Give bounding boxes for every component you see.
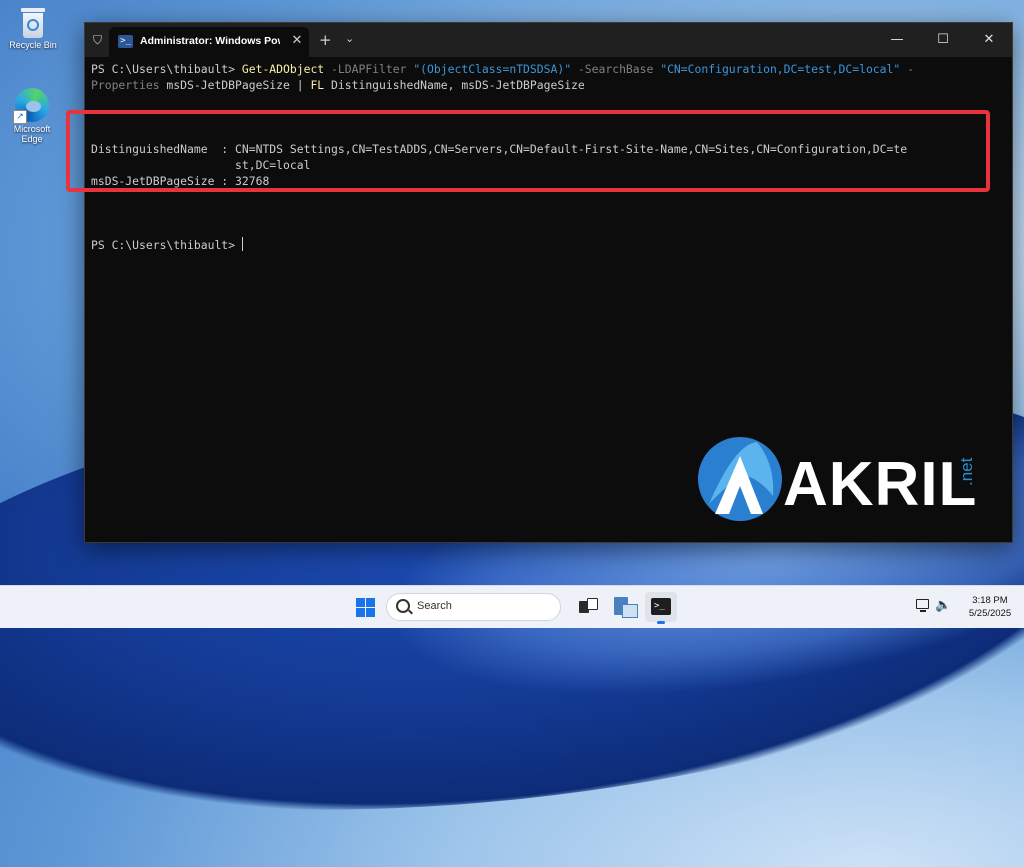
minimize-button[interactable]: —: [874, 23, 920, 57]
clock-time: 3:18 PM: [972, 595, 1008, 606]
clock-date: 5/25/2025: [968, 608, 1012, 619]
terminal-taskbar-button[interactable]: >_: [645, 592, 677, 624]
akril-logo: AKRIL .net: [695, 428, 995, 528]
shortcut-arrow-icon: ↗: [13, 110, 27, 124]
new-tab-button[interactable]: +: [319, 31, 332, 49]
task-view-button[interactable]: [578, 592, 600, 622]
tab-powershell[interactable]: >_ Administrator: Windows PowerShell ✕: [109, 27, 309, 57]
terminal-icon: >_: [651, 598, 671, 615]
akril-suffix: .net: [957, 457, 976, 486]
shield-icon: ⛉: [93, 33, 103, 47]
command-line-2: Properties msDS-JetDBPageSize | FL Disti…: [91, 78, 585, 92]
active-indicator: [657, 621, 665, 624]
akril-logo-icon: [698, 437, 782, 521]
network-icon[interactable]: [916, 599, 932, 613]
desktop-icon-label: Recycle Bin: [9, 40, 57, 50]
command-line-1: PS C:\Users\thibault> Get-ADObject -LDAP…: [91, 62, 914, 76]
close-window-button[interactable]: ✕: [966, 23, 1012, 57]
akril-wordmark: AKRIL: [783, 450, 978, 519]
desktop-icon-label: Microsoft Edge: [13, 124, 51, 144]
desktop-icon-edge[interactable]: ↗ Microsoft Edge: [0, 88, 64, 144]
prompt-line[interactable]: PS C:\Users\thibault>: [91, 237, 1003, 253]
desktop-icon-recycle-bin[interactable]: Recycle Bin: [1, 8, 65, 50]
powershell-icon: >_: [118, 35, 133, 48]
search-icon: [396, 599, 410, 613]
start-button[interactable]: [354, 592, 378, 622]
close-tab-button[interactable]: ✕: [289, 33, 305, 49]
server-manager-button[interactable]: [612, 592, 638, 622]
tab-title: Administrator: Windows PowerShell: [140, 35, 280, 47]
volume-icon[interactable]: 🔈: [935, 598, 953, 614]
clock[interactable]: 3:18 PM 5/25/2025: [962, 594, 1018, 620]
search-label: Search: [417, 600, 452, 612]
edge-icon: ↗: [13, 88, 49, 124]
text-cursor: [241, 237, 243, 251]
taskbar: Search >_ 🔈 3:18 PM 5/25/2025: [0, 585, 1024, 628]
taskbar-search-box[interactable]: Search: [386, 593, 561, 621]
maximize-button[interactable]: ☐: [920, 23, 966, 57]
title-bar[interactable]: ⛉ >_ Administrator: Windows PowerShell ✕…: [85, 23, 1012, 57]
highlight-box: [66, 110, 990, 192]
recycle-bin-icon: [20, 8, 46, 38]
chevron-down-icon[interactable]: ⌄: [345, 32, 354, 45]
